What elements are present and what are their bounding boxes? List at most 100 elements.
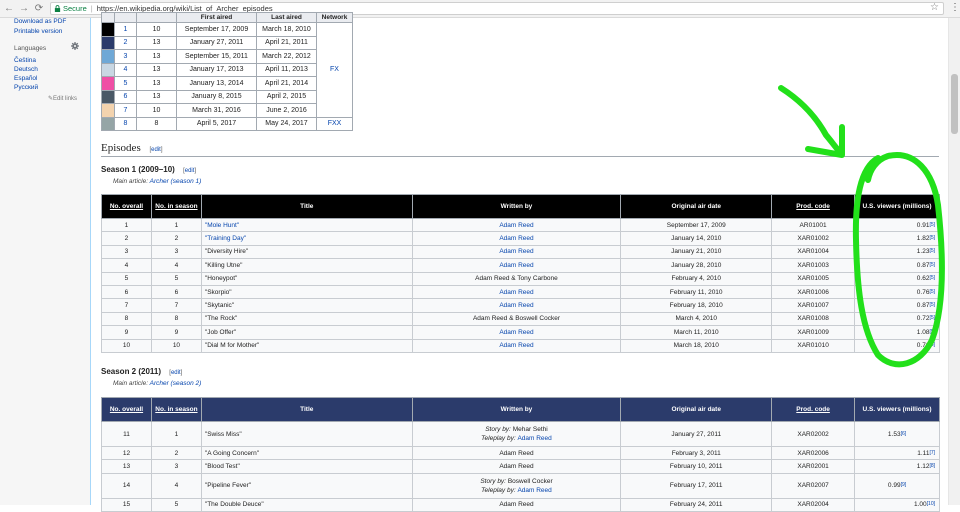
overview-row: 2 13 January 27, 2011 April 21, 2011 [101,35,353,50]
writer-link[interactable]: Adam Reed [499,342,533,349]
edit-link-episodes[interactable]: [edit] [149,147,162,153]
episode-no-overall: 4 [101,258,152,273]
season-1-main-article-link[interactable]: Archer (season 1) [150,178,202,185]
written-by-cell: Story by: Boswell Cocker Teleplay by: Ada… [411,472,622,499]
citation-link[interactable]: [5] [929,329,935,335]
season-number[interactable]: 6 [114,89,137,104]
viewers-value: 1.08 [916,328,930,336]
citation-link[interactable]: [5] [929,235,935,241]
citation-link[interactable]: [5] [929,222,935,228]
writer-link[interactable]: Adam Reed [499,329,533,336]
season-link[interactable]: 3 [124,53,128,60]
col-no-overall[interactable]: No. overall [101,194,152,219]
edit-link-label[interactable]: edit [171,370,181,376]
teleplay-writer-link[interactable]: Adam Reed [517,435,551,442]
citation-link[interactable]: [6] [901,431,907,437]
edit-links[interactable]: ✎Edit links [48,95,77,102]
season-number[interactable]: 1 [114,22,137,37]
col-no-season[interactable]: No. in season [150,397,202,422]
browser-menu-icon[interactable]: ⋮ [950,2,960,13]
citation-link[interactable]: [5] [929,275,935,281]
gear-icon[interactable] [71,42,79,50]
col-title[interactable]: Title [200,397,413,422]
story-by-value: Boswell Cocker [507,477,553,485]
citation-link[interactable]: [8] [929,463,935,469]
season-link[interactable]: 8 [124,120,128,127]
season-number[interactable]: 5 [114,76,137,91]
table-row: 14 4 "Pipeline Fever" Story by: Boswell Coc… [101,472,940,499]
col-written-by[interactable]: Written by [411,194,622,219]
season-link[interactable]: 6 [124,93,128,100]
season-2-main-article-link[interactable]: Archer (season 2) [150,380,202,387]
overview-header-episodes [136,12,177,23]
episode-title-cell: "Dial M for Mother" [200,338,413,353]
episode-count: 10 [136,22,177,37]
season-number[interactable]: 3 [114,49,137,64]
reload-icon[interactable]: ⟳ [33,3,45,15]
writer-link[interactable]: Adam Reed [499,289,533,296]
col-air-date[interactable]: Original air date [620,194,773,219]
col-air-date[interactable]: Original air date [620,397,773,422]
col-viewers[interactable]: U.S. viewers (millions) [854,397,940,422]
prod-code-cell: XAR01007 [771,298,856,313]
citation-link[interactable]: [5] [929,289,935,295]
prod-code-cell: XAR02001 [771,459,856,474]
col-title[interactable]: Title [200,194,413,219]
season-link[interactable]: 5 [124,80,128,87]
viewers-value: 0.91 [916,221,930,229]
sidebar-link-download-pdf[interactable]: Download as PDF [14,18,66,25]
back-arrow-icon[interactable]: ← [3,3,15,15]
language-link-de[interactable]: Deutsch [14,66,38,73]
scrollbar-thumb[interactable] [951,74,958,134]
citation-link[interactable]: [5] [929,342,935,348]
sidebar-link-printable[interactable]: Printable version [14,28,62,35]
citation-link[interactable]: [5] [929,262,935,268]
season-link[interactable]: 4 [124,66,128,73]
citation-link[interactable]: [5] [929,248,935,254]
citation-link[interactable]: [9] [901,482,907,488]
page-scrollbar[interactable] [948,18,960,505]
season-link[interactable]: 2 [124,39,128,46]
citation-link[interactable]: [7] [929,450,935,456]
citation-link[interactable]: [10] [927,501,935,507]
season-number[interactable]: 4 [114,62,137,77]
col-no-overall[interactable]: No. overall [101,397,152,422]
writer-link[interactable]: Adam Reed [499,235,533,242]
col-prod-code[interactable]: Prod. code [771,194,856,219]
season-link[interactable]: 7 [124,107,128,114]
language-link-cs[interactable]: Čeština [14,57,36,64]
citation-link[interactable]: [5] [929,302,935,308]
season-number[interactable]: 2 [114,35,137,50]
season-link[interactable]: 1 [124,26,128,33]
prod-code-cell: XAR01008 [771,311,856,327]
edit-link-season-2[interactable]: [edit] [169,370,182,376]
writer-link[interactable]: Adam Reed [499,262,533,269]
language-link-ru[interactable]: Русский [14,84,38,91]
season-number[interactable]: 7 [114,103,137,118]
season-color-swatch [101,89,115,104]
season-number[interactable]: 8 [114,116,137,131]
forward-arrow-icon[interactable]: → [18,3,30,15]
col-viewers[interactable]: U.S. viewers (millions) [854,194,940,219]
edit-link-season-1[interactable]: [edit] [183,168,196,174]
network-fxx-link[interactable]: FXX [328,120,342,127]
episode-title-link[interactable]: "Training Day" [205,235,246,242]
episode-title-cell: "Honeypot" [200,271,413,286]
bookmark-star-icon[interactable]: ☆ [930,2,939,13]
viewers-cell: 1.12[8] [854,459,940,474]
network-fx-link[interactable]: FX [330,66,339,73]
col-no-season[interactable]: No. in season [150,194,202,219]
edit-link-label[interactable]: edit [185,168,195,174]
edit-link-label[interactable]: edit [151,147,161,153]
episode-title-link[interactable]: "Mole Hunt" [205,222,239,229]
citation-link[interactable]: [5] [929,315,935,321]
teleplay-writer-link[interactable]: Adam Reed [517,487,551,494]
writer-link[interactable]: Adam Reed [499,302,533,309]
writer-link[interactable]: Adam Reed [499,248,533,255]
language-link-es[interactable]: Español [14,75,38,82]
col-written-by[interactable]: Written by [411,397,622,422]
writer-link[interactable]: Adam Reed [499,222,533,229]
col-prod-code[interactable]: Prod. code [771,397,856,422]
episode-count: 8 [136,116,177,131]
last-aired: March 22, 2012 [256,49,317,64]
